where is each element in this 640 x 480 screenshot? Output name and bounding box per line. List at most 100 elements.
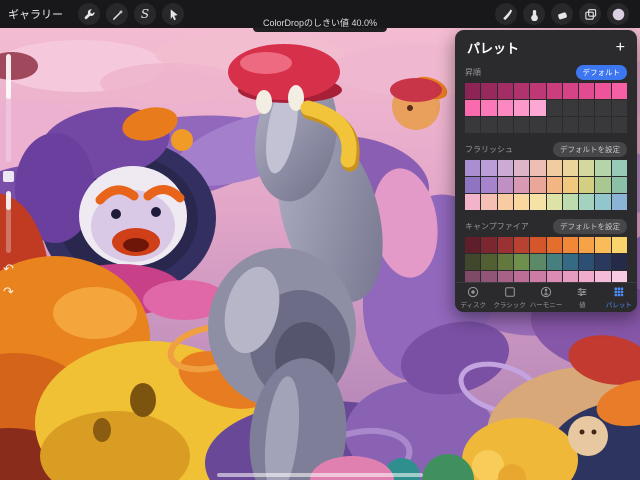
color-swatch[interactable] xyxy=(465,237,481,253)
gallery-button[interactable]: ギャラリー xyxy=(8,6,63,22)
color-swatch[interactable] xyxy=(513,177,530,193)
color-swatch[interactable] xyxy=(611,160,627,176)
color-swatch[interactable] xyxy=(595,100,611,116)
color-swatch[interactable] xyxy=(465,160,481,176)
color-swatch[interactable] xyxy=(579,83,595,99)
color-swatch[interactable] xyxy=(530,194,546,210)
color-swatch[interactable] xyxy=(481,100,497,116)
color-swatch[interactable] xyxy=(562,160,579,176)
undo-button[interactable]: ↶ xyxy=(3,260,14,276)
color-swatch[interactable] xyxy=(595,254,611,270)
color-swatch[interactable] xyxy=(513,117,530,133)
color-swatch[interactable] xyxy=(481,177,497,193)
color-swatch[interactable] xyxy=(611,237,627,253)
color-swatch[interactable] xyxy=(497,117,513,133)
color-swatch[interactable] xyxy=(579,194,595,210)
color-swatch[interactable] xyxy=(481,83,497,99)
color-swatch[interactable] xyxy=(611,83,627,99)
opacity-slider[interactable] xyxy=(6,191,11,253)
color-swatch[interactable] xyxy=(497,177,513,193)
color-swatch[interactable] xyxy=(611,254,627,270)
color-swatch[interactable] xyxy=(579,117,595,133)
color-swatch[interactable] xyxy=(513,237,530,253)
color-swatch[interactable] xyxy=(497,100,513,116)
set-default-button[interactable]: デフォルトを設定 xyxy=(553,219,627,234)
color-swatch[interactable] xyxy=(595,194,611,210)
color-swatch[interactable] xyxy=(497,160,513,176)
color-swatch[interactable] xyxy=(562,83,579,99)
transform-button[interactable] xyxy=(162,3,184,25)
color-swatch[interactable] xyxy=(530,117,546,133)
color-swatch[interactable] xyxy=(611,194,627,210)
smudge-button[interactable] xyxy=(523,3,545,25)
selection-button[interactable]: S xyxy=(134,3,156,25)
color-swatch[interactable] xyxy=(546,117,562,133)
color-swatch[interactable] xyxy=(595,160,611,176)
home-indicator[interactable] xyxy=(217,473,423,477)
color-swatch[interactable] xyxy=(513,254,530,270)
tab-value[interactable]: 値 xyxy=(564,283,600,312)
color-swatch[interactable] xyxy=(530,177,546,193)
color-swatch[interactable] xyxy=(579,160,595,176)
erase-button[interactable] xyxy=(551,3,573,25)
color-swatch[interactable] xyxy=(546,194,562,210)
add-palette-button[interactable]: + xyxy=(616,39,625,56)
color-swatch[interactable] xyxy=(465,117,481,133)
color-swatch[interactable] xyxy=(513,160,530,176)
color-swatch[interactable] xyxy=(497,194,513,210)
color-swatch[interactable] xyxy=(579,177,595,193)
adjustments-button[interactable] xyxy=(106,3,128,25)
color-swatch[interactable] xyxy=(513,83,530,99)
color-swatch[interactable] xyxy=(465,254,481,270)
color-swatch[interactable] xyxy=(530,100,546,116)
color-swatch[interactable] xyxy=(530,83,546,99)
default-badge[interactable]: デフォルト xyxy=(575,65,627,80)
color-swatch[interactable] xyxy=(546,83,562,99)
layers-button[interactable] xyxy=(579,3,601,25)
color-swatch[interactable] xyxy=(595,237,611,253)
color-swatch[interactable] xyxy=(530,254,546,270)
color-swatch[interactable] xyxy=(546,177,562,193)
color-swatch[interactable] xyxy=(546,237,562,253)
modify-button[interactable] xyxy=(3,171,14,182)
color-swatch[interactable] xyxy=(465,177,481,193)
color-swatch[interactable] xyxy=(530,237,546,253)
tab-palettes-grid[interactable]: パレット xyxy=(601,283,637,312)
color-swatch[interactable] xyxy=(579,237,595,253)
color-swatch[interactable] xyxy=(562,177,579,193)
color-swatch[interactable] xyxy=(562,237,579,253)
color-swatch[interactable] xyxy=(611,177,627,193)
color-swatch[interactable] xyxy=(562,117,579,133)
color-swatch[interactable] xyxy=(562,194,579,210)
actions-button[interactable] xyxy=(78,3,100,25)
color-swatch[interactable] xyxy=(465,194,481,210)
color-swatch[interactable] xyxy=(481,160,497,176)
color-swatch[interactable] xyxy=(465,100,481,116)
color-swatch[interactable] xyxy=(595,83,611,99)
brush-size-slider[interactable] xyxy=(6,54,11,162)
color-swatch[interactable] xyxy=(497,254,513,270)
color-swatch[interactable] xyxy=(481,117,497,133)
paint-brush-button[interactable] xyxy=(495,3,517,25)
color-swatch[interactable] xyxy=(481,194,497,210)
color-swatch[interactable] xyxy=(595,177,611,193)
set-default-button[interactable]: デフォルトを設定 xyxy=(553,142,627,157)
color-swatch[interactable] xyxy=(579,100,595,116)
tab-disc[interactable]: ディスク xyxy=(455,283,491,312)
color-swatch[interactable] xyxy=(497,237,513,253)
color-swatch[interactable] xyxy=(513,100,530,116)
color-swatch[interactable] xyxy=(611,117,627,133)
color-swatch[interactable] xyxy=(513,194,530,210)
color-swatch[interactable] xyxy=(562,254,579,270)
color-swatch[interactable] xyxy=(611,100,627,116)
color-swatch[interactable] xyxy=(595,117,611,133)
color-swatch[interactable] xyxy=(562,100,579,116)
redo-button[interactable]: ↷ xyxy=(3,283,14,299)
color-swatch[interactable] xyxy=(579,254,595,270)
color-swatch[interactable] xyxy=(465,83,481,99)
color-swatch[interactable] xyxy=(546,160,562,176)
color-swatch[interactable] xyxy=(546,100,562,116)
tab-harmony[interactable]: ハーモニー xyxy=(528,283,564,312)
color-swatch[interactable] xyxy=(497,83,513,99)
color-swatch[interactable] xyxy=(481,237,497,253)
